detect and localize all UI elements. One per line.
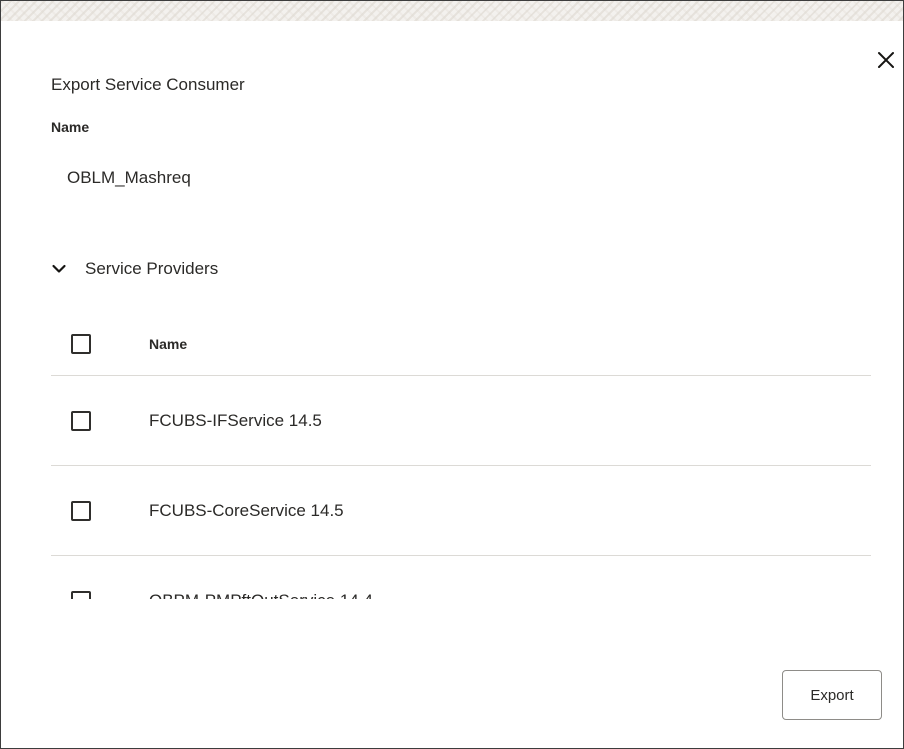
chevron-down-icon	[51, 260, 69, 278]
row-checkbox[interactable]	[71, 591, 91, 599]
row-checkbox[interactable]	[71, 410, 91, 431]
provider-name: FCUBS-CoreService 14.5	[149, 500, 344, 520]
export-service-consumer-dialog: Export Service Consumer Name OBLM_Mashre…	[0, 0, 904, 749]
service-providers-label: Service Providers	[85, 259, 219, 278]
close-icon	[878, 52, 894, 68]
service-providers-table[interactable]: Name FCUBS-IFService 14.5 FCUBS-CoreServ…	[51, 313, 871, 599]
table-row[interactable]: FCUBS-IFService 14.5	[51, 376, 871, 466]
service-providers-toggle[interactable]: Service Providers	[51, 258, 218, 280]
column-header-name: Name	[149, 336, 188, 352]
close-button[interactable]	[873, 47, 899, 73]
name-value: OBLM_Mashreq	[67, 168, 191, 187]
provider-name: FCUBS-IFService 14.5	[149, 410, 322, 430]
table-row[interactable]: OBPM-PMPftOutService 14.4	[51, 556, 871, 599]
table-header-row: Name	[51, 313, 871, 376]
dialog-title: Export Service Consumer	[51, 75, 245, 94]
select-all-checkbox[interactable]	[71, 334, 91, 354]
dialog-top-band	[1, 1, 903, 21]
table-row[interactable]: FCUBS-CoreService 14.5	[51, 466, 871, 556]
provider-name: OBPM-PMPftOutService 14.4	[149, 591, 373, 599]
row-checkbox[interactable]	[71, 500, 91, 521]
name-label: Name	[51, 119, 90, 135]
export-button[interactable]: Export	[782, 670, 882, 720]
